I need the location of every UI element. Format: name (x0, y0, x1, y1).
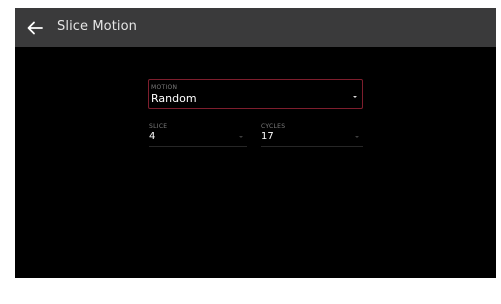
slice-underline (149, 146, 247, 147)
cycles-caret-down-icon (355, 136, 359, 138)
header-bar: Slice Motion (15, 8, 496, 47)
page-title: Slice Motion (57, 19, 138, 34)
cycles-field[interactable]: CYCLES 17 (261, 123, 363, 147)
slice-caret-down-icon (239, 136, 243, 138)
back-arrow-icon[interactable] (24, 17, 46, 39)
slice-label: SLICE (149, 123, 168, 130)
slice-field[interactable]: SLICE 4 (149, 123, 247, 147)
cycles-label: CYCLES (261, 123, 286, 130)
motion-value: Random (151, 92, 197, 105)
motion-label: MOTION (151, 84, 178, 91)
caret-down-icon (353, 96, 357, 98)
cycles-value: 17 (261, 131, 274, 142)
app-window: Slice Motion MOTION Random SLICE 4 CYCLE… (15, 8, 496, 278)
motion-select[interactable]: MOTION Random (148, 79, 363, 109)
slice-value: 4 (149, 131, 156, 142)
cycles-underline (261, 146, 363, 147)
